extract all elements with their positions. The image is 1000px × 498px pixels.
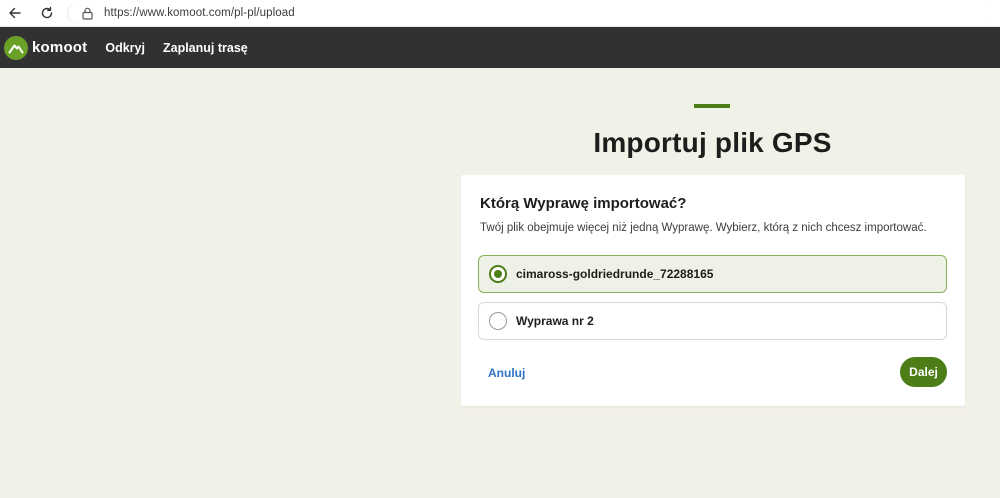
lock-icon[interactable] bbox=[80, 6, 94, 20]
logo-text: komoot bbox=[32, 39, 88, 56]
cancel-button[interactable]: Anuluj bbox=[488, 366, 525, 380]
reload-icon bbox=[41, 6, 53, 19]
tour-option-2[interactable]: Wyprawa nr 2 bbox=[478, 302, 947, 340]
header-nav: Odkryj Zaplanuj trasę bbox=[105, 41, 265, 55]
radio-checked-icon[interactable] bbox=[489, 265, 507, 283]
next-button[interactable]: Dalej bbox=[900, 357, 947, 387]
import-choice-card: Którą Wyprawę importować? Twój plik obej… bbox=[461, 175, 965, 406]
nav-link-discover[interactable]: Odkryj bbox=[105, 41, 145, 55]
url-text: https://www.komoot.com/pl-pl/upload bbox=[104, 7, 295, 19]
nav-link-plan-route[interactable]: Zaplanuj trasę bbox=[163, 41, 248, 55]
title-accent-bar bbox=[694, 104, 730, 108]
app-header: komoot Odkryj Zaplanuj trasę bbox=[0, 27, 1000, 68]
tour-option-label: cimaross-goldriedrunde_72288165 bbox=[516, 267, 714, 281]
komoot-logo-icon bbox=[4, 35, 28, 60]
arrow-left-icon bbox=[9, 7, 21, 19]
komoot-logo[interactable]: komoot bbox=[4, 35, 88, 60]
back-button[interactable] bbox=[2, 0, 28, 26]
tour-option-label: Wyprawa nr 2 bbox=[516, 314, 594, 328]
browser-toolbar: https://www.komoot.com/pl-pl/upload bbox=[0, 0, 1000, 27]
page-title: Importuj plik GPS bbox=[593, 127, 832, 158]
card-description: Twój plik obejmuje więcej niż jedną Wypr… bbox=[480, 222, 927, 234]
radio-unchecked-icon[interactable] bbox=[489, 312, 507, 330]
tour-option-1[interactable]: cimaross-goldriedrunde_72288165 bbox=[478, 255, 947, 293]
reload-button[interactable] bbox=[34, 0, 60, 26]
address-bar[interactable]: https://www.komoot.com/pl-pl/upload bbox=[68, 2, 1000, 24]
card-heading: Którą Wyprawę importować? bbox=[480, 195, 687, 212]
